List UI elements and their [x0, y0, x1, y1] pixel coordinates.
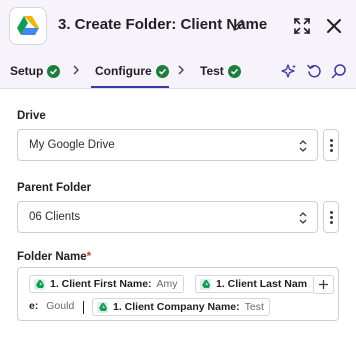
check-circle-icon	[47, 64, 61, 78]
required-marker: *	[86, 251, 92, 263]
pencil-icon[interactable]	[232, 18, 246, 32]
insert-data-button[interactable]	[313, 275, 334, 294]
google-drive-icon	[9, 7, 47, 45]
active-tab-indicator	[91, 86, 169, 88]
parent-folder-label: Parent Folder	[17, 182, 92, 194]
chevron-up-down-icon	[299, 212, 307, 224]
token-key: 1. Client First Name:	[50, 278, 152, 290]
parent-folder-more-button[interactable]	[323, 201, 339, 233]
close-icon[interactable]	[325, 17, 343, 35]
token-pill[interactable]: 1. Client First Name: Amy	[29, 275, 184, 293]
refresh-icon[interactable]	[306, 63, 322, 79]
folder-name-label: Folder Name*	[17, 251, 92, 263]
drive-select[interactable]: My Google Drive	[17, 129, 318, 161]
chevron-right-icon	[73, 65, 79, 75]
google-drive-icon	[97, 301, 108, 313]
tab-test[interactable]: Test	[200, 64, 241, 78]
search-icon[interactable]	[331, 63, 347, 79]
token-continuation: e: Gould	[29, 300, 75, 312]
check-circle-icon	[155, 64, 169, 78]
panel-header: 3. Create Folder: Client Name	[0, 0, 356, 52]
drive-label: Drive	[17, 110, 46, 122]
token-key: 1. Client Company Name:	[113, 301, 240, 313]
step-tabs: Setup Configure Test	[0, 52, 356, 89]
parent-folder-select[interactable]: 06 Clients	[17, 201, 318, 233]
tab-label: Test	[200, 64, 224, 78]
token-key: 1. Client Last Nam	[216, 278, 308, 290]
sparkle-icon[interactable]	[281, 63, 297, 79]
chevron-right-icon	[178, 65, 184, 75]
expand-icon[interactable]	[293, 17, 311, 35]
text-cursor	[83, 301, 84, 314]
chevron-up-down-icon	[299, 140, 307, 152]
tab-label: Setup	[10, 64, 44, 78]
check-circle-icon	[227, 64, 241, 78]
token-pill[interactable]: 1. Client Company Name: Test	[92, 298, 270, 316]
google-drive-icon	[34, 278, 45, 290]
token-pill[interactable]: 1. Client Last Nam	[195, 275, 313, 293]
parent-folder-value: 06 Clients	[29, 211, 81, 223]
token-value: Test	[244, 301, 264, 313]
tab-setup[interactable]: Setup	[10, 64, 61, 78]
drive-more-button[interactable]	[323, 129, 339, 161]
google-drive-icon	[200, 278, 211, 290]
drive-value: My Google Drive	[29, 139, 115, 151]
plus-icon	[319, 280, 328, 289]
tab-label: Configure	[95, 64, 152, 78]
tab-configure[interactable]: Configure	[95, 64, 169, 78]
token-value: Amy	[156, 278, 178, 290]
